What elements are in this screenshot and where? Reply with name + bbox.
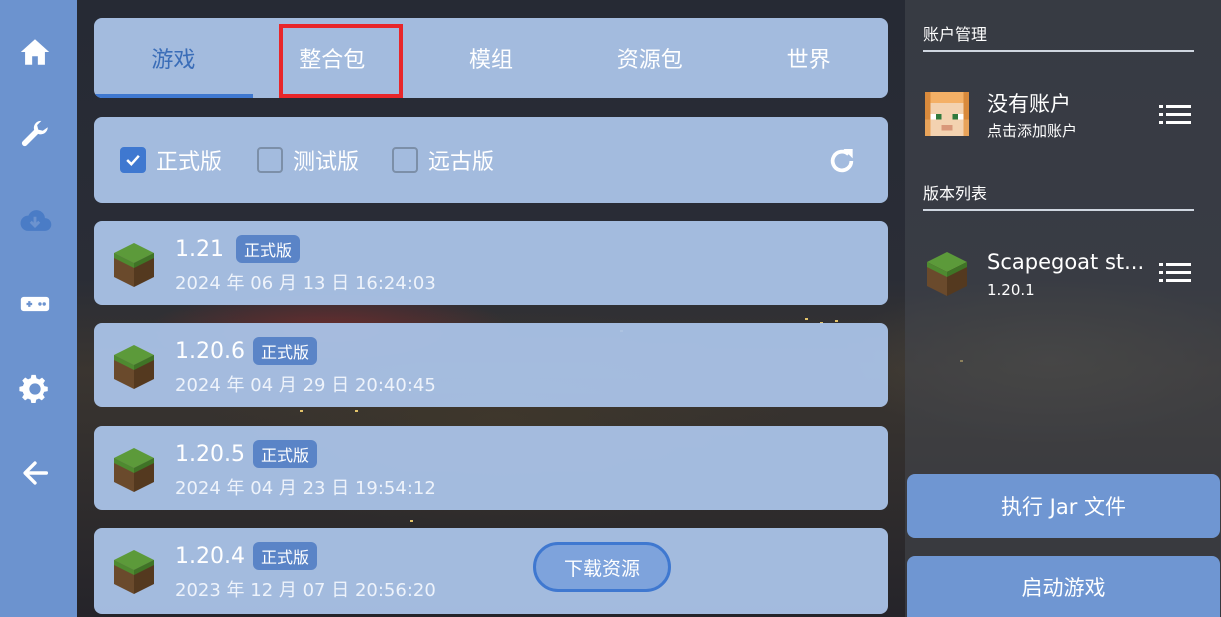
tab-mods[interactable]: 模组 bbox=[412, 18, 571, 98]
filter-old-checkbox[interactable]: 远古版 bbox=[392, 145, 494, 175]
account-section-title: 账户管理 bbox=[923, 25, 988, 44]
gear-icon bbox=[19, 374, 48, 404]
grass-block-icon bbox=[114, 448, 154, 492]
tab-modpacks[interactable]: 整合包 bbox=[253, 18, 412, 98]
checkbox-empty-icon bbox=[257, 147, 283, 173]
version-release-date: 2024 年 06 月 13 日 16:24:03 bbox=[175, 273, 436, 294]
version-item[interactable]: 1.20.6 正式版 2024 年 04 月 29 日 20:40:45 bbox=[94, 323, 888, 407]
launch-game-button[interactable]: 启动游戏 bbox=[907, 556, 1220, 617]
nav-home[interactable] bbox=[13, 30, 57, 74]
account-subtitle[interactable]: 点击添加账户 bbox=[987, 120, 1077, 141]
version-filter-bar: 正式版 测试版 远古版 bbox=[94, 117, 888, 203]
version-item[interactable]: 1.21 正式版 2024 年 06 月 13 日 16:24:03 bbox=[94, 221, 888, 305]
nav-back[interactable] bbox=[13, 451, 57, 495]
filter-snapshot-checkbox[interactable]: 测试版 bbox=[257, 145, 359, 175]
avatar[interactable] bbox=[925, 92, 969, 136]
filter-old-label: 远古版 bbox=[428, 150, 495, 175]
version-name: 1.20.4 bbox=[175, 544, 245, 569]
tab-game[interactable]: 游戏 bbox=[94, 18, 253, 98]
grass-block-icon bbox=[114, 345, 154, 389]
instances-section-title: 版本列表 bbox=[923, 184, 988, 203]
cloud-download-icon bbox=[20, 210, 52, 231]
checkbox-checked-icon bbox=[120, 147, 146, 173]
back-arrow-icon bbox=[23, 461, 49, 485]
list-menu-icon[interactable] bbox=[1159, 262, 1191, 284]
version-name: 1.21 bbox=[175, 237, 224, 262]
version-type-badge: 正式版 bbox=[236, 235, 301, 263]
nav-download[interactable] bbox=[13, 199, 57, 243]
nav-controls[interactable] bbox=[13, 282, 57, 326]
category-tabs: 游戏 整合包 模组 资源包 世界 bbox=[94, 18, 888, 98]
highlight-box bbox=[278, 24, 403, 98]
right-panel: 账户管理 没有账户 点击添加账户 版本列表 Scapegoat st... 1.… bbox=[905, 0, 1221, 617]
gamepad-icon bbox=[20, 296, 50, 312]
tab-game-label: 游戏 bbox=[151, 48, 196, 73]
home-icon bbox=[20, 39, 50, 65]
list-menu-icon[interactable] bbox=[1159, 104, 1191, 126]
instance-name[interactable]: Scapegoat st... bbox=[987, 250, 1144, 274]
left-nav bbox=[0, 0, 77, 617]
nav-tools[interactable] bbox=[13, 113, 57, 157]
wrench-icon bbox=[21, 120, 48, 147]
run-jar-button[interactable]: 执行 Jar 文件 bbox=[907, 474, 1220, 538]
divider bbox=[923, 50, 1194, 52]
version-release-date: 2023 年 12 月 07 日 20:56:20 bbox=[175, 580, 436, 601]
account-name[interactable]: 没有账户 bbox=[987, 88, 1071, 118]
nav-settings[interactable] bbox=[13, 367, 57, 411]
tab-worlds-label: 世界 bbox=[786, 48, 831, 73]
version-type-badge: 正式版 bbox=[253, 337, 318, 365]
version-release-date: 2024 年 04 月 29 日 20:40:45 bbox=[175, 375, 436, 396]
grass-block-icon bbox=[114, 243, 154, 287]
tab-resourcepacks[interactable]: 资源包 bbox=[570, 18, 729, 98]
checkbox-empty-icon bbox=[392, 147, 418, 173]
version-name: 1.20.5 bbox=[175, 442, 245, 467]
version-type-badge: 正式版 bbox=[253, 542, 318, 570]
version-type-badge: 正式版 bbox=[253, 440, 318, 468]
grass-block-icon bbox=[927, 252, 967, 296]
tab-mods-label: 模组 bbox=[468, 48, 513, 73]
version-release-date: 2024 年 04 月 23 日 19:54:12 bbox=[175, 478, 436, 499]
version-item[interactable]: 1.20.5 正式版 2024 年 04 月 23 日 19:54:12 bbox=[94, 426, 888, 510]
tab-worlds[interactable]: 世界 bbox=[729, 18, 888, 98]
download-resources-button[interactable]: 下载资源 bbox=[533, 542, 671, 592]
version-name: 1.20.6 bbox=[175, 339, 245, 364]
filter-release-label: 正式版 bbox=[156, 150, 223, 175]
filter-release-checkbox[interactable]: 正式版 bbox=[120, 145, 222, 175]
tab-resourcepacks-label: 资源包 bbox=[616, 48, 683, 73]
grass-block-icon bbox=[114, 550, 154, 594]
divider bbox=[923, 209, 1194, 211]
instance-version: 1.20.1 bbox=[987, 281, 1035, 299]
filter-snapshot-label: 测试版 bbox=[293, 150, 360, 175]
refresh-icon[interactable] bbox=[826, 145, 858, 177]
version-item[interactable]: 1.20.4 正式版 2023 年 12 月 07 日 20:56:20 bbox=[94, 528, 888, 614]
